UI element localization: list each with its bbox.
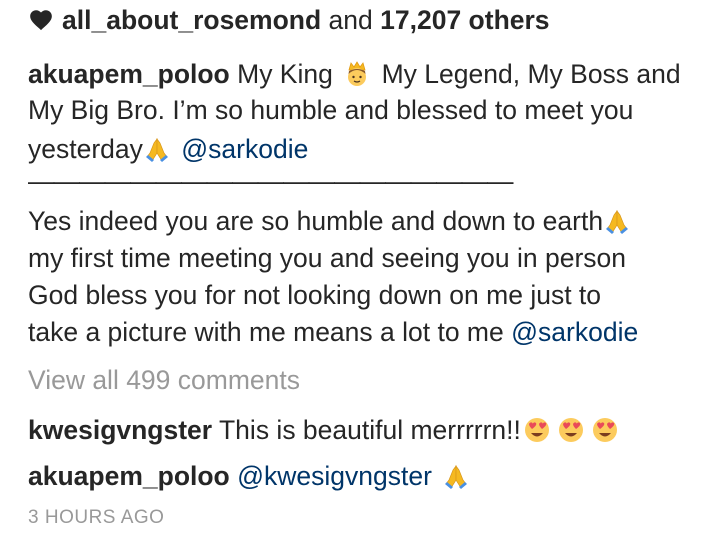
caption-text: My Legend, My Boss and bbox=[381, 59, 681, 89]
praying-hands-emoji bbox=[143, 135, 171, 163]
caption-text: Yes indeed you are so humble and down to… bbox=[28, 206, 604, 236]
caption-mention[interactable]: @sarkodie bbox=[181, 134, 308, 164]
post-timestamp: 3 HOURS AGO bbox=[28, 507, 165, 528]
comment-row: kwesigvngster This is beautiful merrrrrn… bbox=[28, 412, 622, 448]
comment-username[interactable]: akuapem_poloo bbox=[28, 461, 230, 491]
caption-line-3: yesterday @sarkodie bbox=[28, 131, 308, 167]
comment-row: akuapem_poloo @kwesigvngster bbox=[28, 458, 473, 494]
caption-line-4: Yes indeed you are so humble and down to… bbox=[28, 203, 634, 239]
crown-prince-emoji bbox=[343, 60, 371, 88]
caption-line-7: take a picture with me means a lot to me… bbox=[28, 314, 638, 350]
heart-icon[interactable] bbox=[28, 7, 54, 33]
liker-username[interactable]: all_about_rosemond bbox=[62, 5, 321, 35]
heart-eyes-emoji bbox=[523, 416, 551, 444]
comment-text: This is beautiful merrrrrn!! bbox=[219, 415, 521, 445]
caption-text: yesterday bbox=[28, 134, 143, 164]
caption-line-6: God bless you for not looking down on me… bbox=[28, 277, 601, 313]
comment-username[interactable]: kwesigvngster bbox=[28, 415, 212, 445]
praying-hands-emoji bbox=[442, 462, 470, 490]
likes-row: all_about_rosemond and 17,207 others bbox=[28, 2, 550, 38]
likes-count[interactable]: 17,207 others bbox=[380, 5, 549, 35]
caption-divider: ——————————————————— bbox=[28, 163, 513, 199]
caption-mention[interactable]: @sarkodie bbox=[511, 317, 638, 347]
caption-line-1: akuapem_poloo My King My Legend, My Boss… bbox=[28, 56, 681, 92]
caption-text: take a picture with me means a lot to me bbox=[28, 317, 504, 347]
view-all-comments-link[interactable]: View all 499 comments bbox=[28, 362, 300, 398]
comment-mention[interactable]: @kwesigvngster bbox=[237, 461, 432, 491]
divider-text: ——————————————————— bbox=[28, 166, 513, 196]
likes-connector: and bbox=[328, 5, 373, 35]
caption-line-5: my first time meeting you and seeing you… bbox=[28, 240, 626, 276]
heart-eyes-emoji bbox=[557, 416, 585, 444]
heart-eyes-emoji bbox=[591, 416, 619, 444]
praying-hands-emoji bbox=[603, 207, 631, 235]
caption-line-2: My Big Bro. I’m so humble and blessed to… bbox=[28, 92, 633, 128]
caption-text: My King bbox=[237, 59, 333, 89]
caption-username[interactable]: akuapem_poloo bbox=[28, 59, 230, 89]
caption-text: My Big Bro. I’m so humble and blessed to… bbox=[28, 95, 634, 125]
caption-text: God bless you for not looking down on me… bbox=[28, 280, 602, 310]
caption-text: my first time meeting you and seeing you… bbox=[28, 243, 627, 273]
